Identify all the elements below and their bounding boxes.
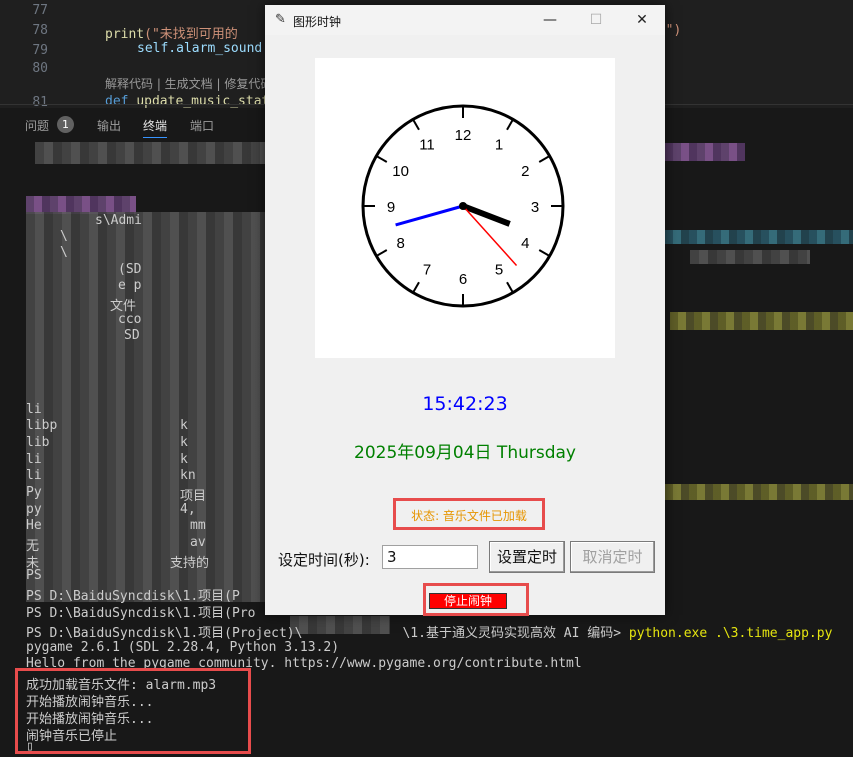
terminal-fragment: mm <box>190 518 206 533</box>
minimize-button[interactable]: — <box>535 9 565 31</box>
codelens-actions[interactable]: 解释代码 | 生成文档 | 修复代码 <box>105 75 272 92</box>
redacted-area <box>670 312 853 330</box>
redacted-area <box>690 250 810 264</box>
code-token: update_music_stat <box>136 94 270 109</box>
clock-number: 5 <box>495 261 503 278</box>
terminal-fragment: 4, <box>180 502 196 517</box>
highlight-box <box>15 668 251 754</box>
set-timer-button[interactable]: 设置定时 <box>489 541 565 573</box>
terminal-fragment: PS D:\BaiduSyncdisk\1.项目(Pro <box>26 606 256 621</box>
terminal-fragment: \ <box>60 229 68 244</box>
clock-number: 6 <box>459 271 467 288</box>
prompt-path-end: \1.基于通义灵码实现高效 AI 编码> <box>402 626 622 641</box>
clock-number: 9 <box>387 199 395 216</box>
prompt-path: PS D:\BaiduSyncdisk\1.项目(Project)\ <box>26 626 303 641</box>
code-token: ("未找到可用的 <box>144 27 238 42</box>
line-number: 77 <box>32 3 48 18</box>
terminal-fragment: He <box>26 518 42 533</box>
terminal-command: python.exe .\3.time_app.py <box>628 626 833 641</box>
terminal-fragment: kn <box>180 468 196 483</box>
clock-number: 4 <box>521 235 529 252</box>
clock-number: 1 <box>495 137 503 154</box>
feather-icon: ✎ <box>275 12 286 27</box>
pygame-version-line: pygame 2.6.1 (SDL 2.28.4, Python 3.13.2) <box>26 640 340 655</box>
tab-terminal[interactable]: 终端 <box>143 117 168 138</box>
code-token: def <box>105 94 129 109</box>
status-label: 状态: 音乐文件已加载 <box>411 509 527 523</box>
title-bar[interactable]: ✎ 图形时钟 — ☐ ✕ <box>265 5 665 35</box>
terminal-fragment: li <box>26 402 42 417</box>
terminal-fragment: cco <box>118 312 142 327</box>
clock-app-window: ✎ 图形时钟 — ☐ ✕ 12 1 2 3 4 5 6 7 8 9 10 11 15:42:23 20… <box>265 5 665 616</box>
line-number: 80 <box>32 61 48 76</box>
terminal-fragment: (SD <box>118 262 142 277</box>
terminal-fragment: Py <box>26 485 42 500</box>
clock-number: 8 <box>396 235 404 252</box>
terminal-fragment: k <box>180 435 188 450</box>
status-highlight-box: 状态: 音乐文件已加载 <box>393 498 545 530</box>
terminal-prompt-line: PS D:\BaiduSyncdisk\1.项目(Project)\ \1.基于通… <box>26 622 832 641</box>
terminal-fragment: k <box>180 452 188 467</box>
code-token: print <box>105 27 145 42</box>
terminal-fragment: li <box>26 468 42 483</box>
clock-number: 2 <box>521 163 529 180</box>
cancel-timer-button[interactable]: 取消定时 <box>570 541 655 573</box>
clock-number: 7 <box>423 261 431 278</box>
maximize-button[interactable]: ☐ <box>581 9 611 31</box>
analog-clock: 121234567891011 <box>361 104 565 308</box>
terminal-fragment: SD <box>124 328 140 343</box>
terminal-fragment: k <box>180 418 188 433</box>
digital-time: 15:42:23 <box>422 393 508 415</box>
terminal-fragment: s\Admi <box>95 213 142 228</box>
tab-problems[interactable]: 问题 <box>25 117 49 134</box>
clock-canvas: 12 1 2 3 4 5 6 7 8 9 10 11 <box>315 58 615 358</box>
clock-number: 12 <box>455 127 472 144</box>
terminal-fragment: li <box>26 452 42 467</box>
clock-center <box>459 202 467 210</box>
seconds-input[interactable] <box>382 545 478 569</box>
terminal-fragment: av <box>190 535 206 550</box>
terminal-fragment: 支持的 <box>170 556 210 571</box>
close-button[interactable]: ✕ <box>627 9 657 31</box>
problems-count-badge: 1 <box>57 116 74 133</box>
code-line-79: self.alarm_sound <box>137 41 263 56</box>
tab-output[interactable]: 输出 <box>97 117 121 134</box>
line-number: 79 <box>32 43 48 58</box>
set-time-label: 设定时间(秒): <box>278 551 370 569</box>
stop-alarm-button[interactable]: 停止闹钟 <box>429 593 507 609</box>
terminal-fragment: e p <box>118 278 142 293</box>
clock-number: 3 <box>531 199 539 216</box>
line-number: 78 <box>32 23 48 38</box>
terminal-fragment: py <box>26 502 42 517</box>
redacted-area <box>665 484 853 500</box>
terminal-fragment: lib <box>26 435 50 450</box>
redacted-area <box>26 212 266 602</box>
clock-number: 11 <box>419 137 435 154</box>
window-title: 图形时钟 <box>293 15 342 29</box>
redacted-area <box>665 230 853 244</box>
terminal-fragment: PS <box>26 568 42 583</box>
terminal-fragment: libp <box>26 418 58 433</box>
stop-highlight-box: 停止闹钟 <box>423 583 529 616</box>
tab-ports[interactable]: 端口 <box>190 117 214 134</box>
code-line-81: def update_music_stat <box>105 94 269 109</box>
terminal-fragment: \ <box>60 245 68 260</box>
redacted-area <box>35 142 265 164</box>
clock-number: 10 <box>392 163 409 180</box>
code-line-78: print("未找到可用的 <box>105 23 238 42</box>
date-display: 2025年09月04日 Thursday <box>354 443 576 463</box>
